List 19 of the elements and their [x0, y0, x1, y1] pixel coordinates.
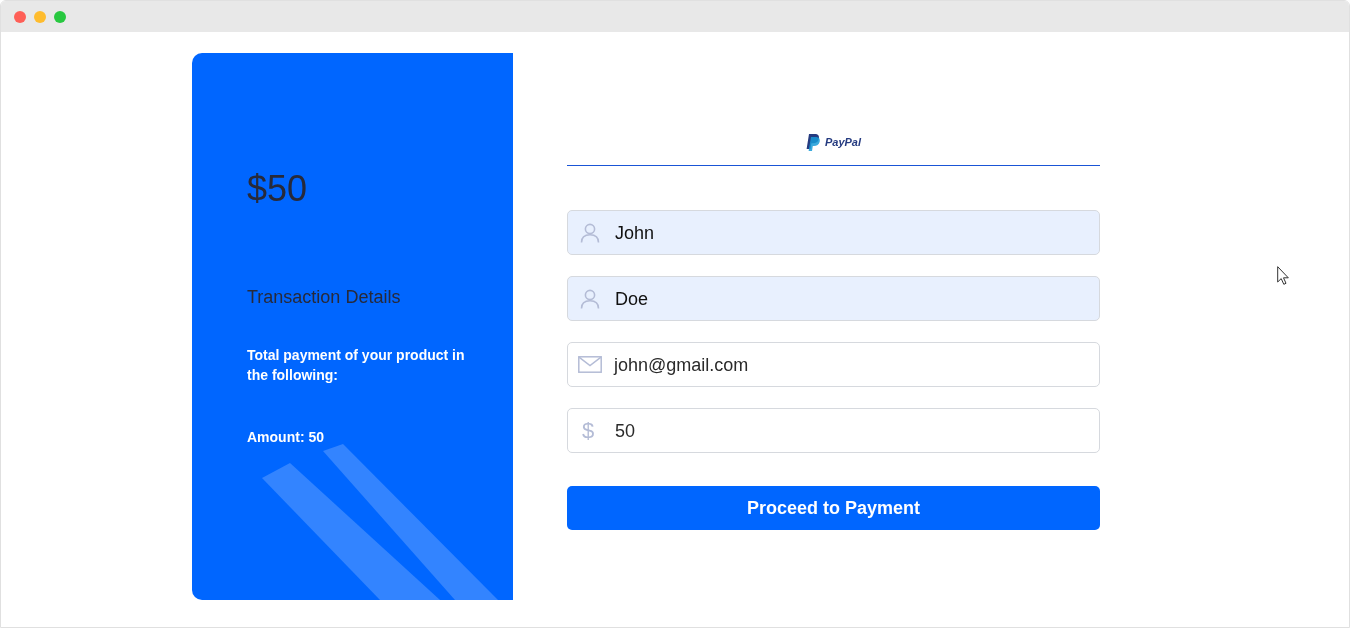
proceed-button[interactable]: Proceed to Payment: [567, 486, 1100, 530]
section-title: Transaction Details: [247, 286, 402, 309]
envelope-icon: [578, 356, 602, 373]
person-icon: [580, 288, 600, 309]
name-field[interactable]: Doe: [567, 276, 1100, 321]
person-icon: [580, 222, 600, 243]
window-button[interactable]: [34, 10, 46, 23]
amount-text: Amount: 50: [247, 428, 325, 447]
description-text: Total payment of your product in the following:: [247, 346, 466, 385]
email-field[interactable]: john@gmail.com: [567, 342, 1100, 387]
mouse-pointer-icon: [1277, 266, 1289, 285]
currency-symbol: $: [582, 417, 596, 444]
payment-tab[interactable]: PayPal: [567, 120, 1100, 166]
name-field[interactable]: John: [567, 210, 1100, 255]
window-button[interactable]: [54, 10, 66, 23]
window-button[interactable]: [14, 10, 26, 23]
amount-field[interactable]: $ 50: [567, 408, 1100, 453]
amount-heading: $50: [247, 167, 309, 211]
paypal-logo-icon: [805, 134, 820, 151]
